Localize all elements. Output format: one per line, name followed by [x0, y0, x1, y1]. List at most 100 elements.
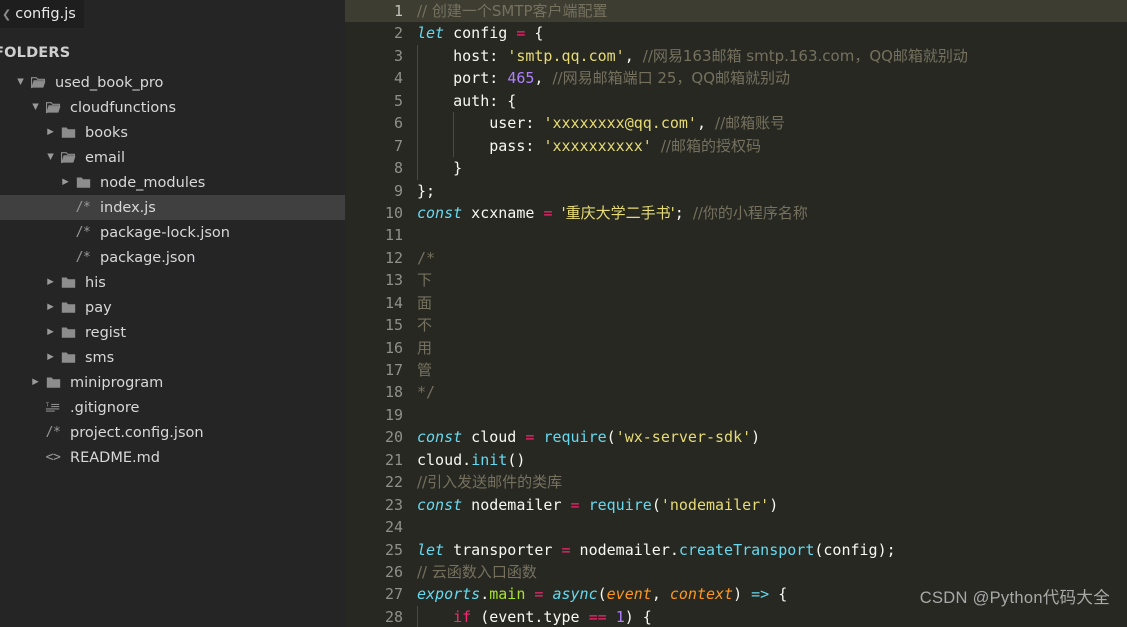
code-line-source[interactable]: 不 [413, 314, 1127, 336]
code-line-source[interactable] [413, 224, 1127, 246]
code-line-source[interactable]: /* [413, 247, 1127, 269]
code-line[interactable]: 3 host: 'smtp.qq.com', //网易163邮箱 smtp.16… [345, 44, 1127, 68]
line-number: 1 [345, 0, 413, 23]
code-line-source[interactable]: 面 [413, 292, 1127, 314]
chevron-right-icon[interactable]: ▶ [44, 303, 57, 312]
code-line[interactable]: 21 cloud.init() [345, 449, 1127, 471]
chevron-right-icon[interactable]: ▶ [44, 278, 57, 287]
code-line-source[interactable]: cloud.init() [413, 449, 1127, 471]
chevron-down-icon[interactable]: ▼ [14, 78, 27, 87]
code-line[interactable]: 11 [345, 224, 1127, 246]
code-line[interactable]: 5 auth: { [345, 89, 1127, 113]
code-line-source[interactable]: exports.main = async(event, context) => … [413, 583, 1127, 605]
code-line[interactable]: 2 let config = { [345, 22, 1127, 44]
code-line-source[interactable]: let config = { [413, 22, 1127, 44]
code-line[interactable]: 8 } [345, 157, 1127, 180]
code-line[interactable]: 9}; [345, 180, 1127, 202]
code-line[interactable]: 10 const xcxname = '重庆大学二手书'; //你的小程序名称 [345, 202, 1127, 224]
tree-item-cloudfunctions[interactable]: ▼ cloudfunctions [0, 95, 345, 120]
code-line-source[interactable]: let transporter = nodemailer.createTrans… [413, 539, 1127, 561]
code-token: ) [751, 428, 761, 447]
code-line[interactable]: 16 用 [345, 337, 1127, 359]
tree-item-pay[interactable]: ▶ pay [0, 295, 345, 320]
chevron-down-icon[interactable]: ▼ [44, 153, 57, 162]
code-line[interactable]: 13 下 [345, 269, 1127, 291]
code-line-source[interactable]: }; [413, 180, 1127, 202]
code-line[interactable]: 28 if (event.type == 1) { [345, 605, 1127, 627]
code-token: 1 [615, 607, 625, 626]
tree-item-package-json[interactable]: /* package.json [0, 245, 345, 270]
tree-item-gitignore[interactable]: T .gitignore [0, 395, 345, 420]
code-line[interactable]: 7 pass: 'xxxxxxxxxx' //邮箱的授权码 [345, 134, 1127, 158]
tree-item-used-book-pro[interactable]: ▼ used_book_pro [0, 70, 345, 95]
code-line[interactable]: 23 const nodemailer = require('nodemailer… [345, 494, 1127, 516]
code-line[interactable]: 18 */ [345, 381, 1127, 403]
code-line[interactable]: 24 [345, 516, 1127, 538]
tree-item-package-lock-json[interactable]: /* package-lock.json [0, 220, 345, 245]
code-token: 管 [417, 361, 433, 379]
indent-guide [417, 605, 418, 627]
code-line-source[interactable] [413, 516, 1127, 538]
tree-item-books[interactable]: ▶ books [0, 120, 345, 145]
tree-item-sms[interactable]: ▶ sms [0, 345, 345, 370]
git-file-icon: T [42, 401, 64, 414]
indent-guide [417, 157, 418, 180]
code-line[interactable]: 19 [345, 404, 1127, 426]
code-token: (config); [814, 540, 896, 559]
code-line-source[interactable] [413, 404, 1127, 426]
tree-item-index-js[interactable]: /* index.js [0, 195, 345, 220]
code-line[interactable]: 27 exports.main = async(event, context) =… [345, 583, 1127, 605]
line-number: 28 [384, 607, 403, 626]
code-line[interactable]: 15 不 [345, 314, 1127, 336]
code-line-source[interactable]: //引入发送邮件的类库 [413, 471, 1127, 493]
code-line[interactable]: 12 /* [345, 247, 1127, 269]
code-line[interactable]: 26 // 云函数入口函数 [345, 561, 1127, 583]
code-line-source[interactable]: pass: 'xxxxxxxxxx' //邮箱的授权码 [413, 134, 1127, 158]
tab-config-js[interactable]: ❮ config.js [0, 0, 84, 28]
tree-item-regist[interactable]: ▶ regist [0, 320, 345, 345]
code-line-source[interactable]: const nodemailer = require('nodemailer') [413, 494, 1127, 516]
chevron-right-icon[interactable]: ▶ [59, 178, 72, 187]
tree-item-email[interactable]: ▼ email [0, 145, 345, 170]
tree-item-node-modules[interactable]: ▶ node_modules [0, 170, 345, 195]
chevron-right-icon[interactable]: ▶ [29, 378, 42, 387]
code-token: 下 [417, 271, 433, 290]
code-line-source[interactable]: port: 465, //网易邮箱端口 25，QQ邮箱就别动 [413, 67, 1127, 90]
tree-item-his[interactable]: ▶ his [0, 270, 345, 295]
code-line-source[interactable]: auth: { [413, 89, 1127, 113]
code-line-source[interactable]: const xcxname = '重庆大学二手书'; //你的小程序名称 [413, 202, 1127, 224]
chevron-right-icon[interactable]: ▶ [44, 328, 57, 337]
chevron-down-icon[interactable]: ▼ [29, 103, 42, 112]
code-line-source[interactable]: host: 'smtp.qq.com', //网易163邮箱 smtp.163.… [413, 44, 1127, 68]
tree-item-miniprogram[interactable]: ▶ miniprogram [0, 370, 345, 395]
code-token: event [606, 585, 652, 604]
code-line[interactable]: 4 port: 465, //网易邮箱端口 25，QQ邮箱就别动 [345, 67, 1127, 90]
code-line-source[interactable]: 用 [413, 337, 1127, 359]
code-line-source[interactable]: // 创建一个SMTP客户端配置 [413, 0, 1127, 23]
chevron-right-icon[interactable]: ▶ [44, 128, 57, 137]
code-line-source[interactable]: // 云函数入口函数 [413, 561, 1127, 583]
chevron-right-icon[interactable]: ▶ [44, 353, 57, 362]
code-line-source[interactable]: 下 [413, 269, 1127, 291]
code-line-source[interactable]: } [413, 157, 1127, 180]
code-line[interactable]: 22 //引入发送邮件的类库 [345, 471, 1127, 493]
code-area[interactable]: 1// 创建一个SMTP客户端配置 2 let config = {3 host: … [345, 0, 1127, 627]
code-editor[interactable]: 1// 创建一个SMTP客户端配置 2 let config = {3 host: … [345, 0, 1127, 627]
code-line[interactable]: 25 let transporter = nodemailer.createTra… [345, 539, 1127, 561]
tree-item-readme-md[interactable]: <> README.md [0, 445, 345, 470]
code-line[interactable]: 6 user: 'xxxxxxxx@qq.com', //邮箱账号 [345, 112, 1127, 135]
code-line[interactable]: 14 面 [345, 292, 1127, 314]
code-line[interactable]: 1// 创建一个SMTP客户端配置 [345, 0, 1127, 23]
code-line-source[interactable]: user: 'xxxxxxxx@qq.com', //邮箱账号 [413, 112, 1127, 135]
code-line-source[interactable]: */ [413, 381, 1127, 403]
code-line-source[interactable]: 管 [413, 359, 1127, 381]
line-number: 23 [384, 495, 403, 514]
code-line-source[interactable]: const cloud = require('wx-server-sdk') [413, 426, 1127, 448]
indent-guide [417, 44, 418, 68]
tree-item-project-config-json[interactable]: /* project.config.json [0, 420, 345, 445]
code-token: exports [417, 585, 481, 604]
code-line[interactable]: 20 const cloud = require('wx-server-sdk') [345, 426, 1127, 448]
folder-closed-icon [57, 276, 79, 289]
code-line-source[interactable]: if (event.type == 1) { [413, 605, 1127, 627]
code-line[interactable]: 17 管 [345, 359, 1127, 381]
